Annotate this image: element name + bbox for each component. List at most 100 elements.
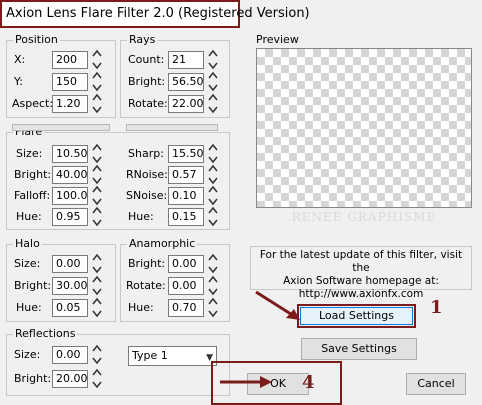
save-settings-button[interactable]: Save Settings [301,338,417,360]
update-info-line1: For the latest update of this filter, vi… [259,249,463,274]
flare-falloff-label: Falloff: [14,189,51,202]
spinner-arrows-icon [208,297,218,318]
flare-bright-spinner[interactable] [92,164,102,186]
flare-hue2-label: Hue: [128,210,154,223]
reflections-size-input[interactable]: 0.00 [52,346,88,364]
position-x-input[interactable]: 200 [52,51,88,69]
flare-bright-input[interactable]: 40.00 [52,166,88,184]
position-aspect-label: Aspect: [12,97,54,110]
halo-bright-spinner[interactable] [92,275,102,297]
spinner-arrows-icon [92,275,102,296]
position-aspect-spinner[interactable] [92,93,102,115]
preview-canvas [256,48,472,208]
rays-count-spinner[interactable] [208,49,218,71]
flare-falloff-input[interactable]: 100.00 [52,187,88,205]
spinner-arrows-icon [92,368,102,389]
flare-hue-input[interactable]: 0.95 [52,208,88,226]
reflections-legend: Reflections [13,327,78,340]
anamorphic-hue-input[interactable]: 0.70 [168,299,204,317]
spinner-arrows-icon [208,275,218,296]
halo-hue-label: Hue: [16,301,42,314]
anamorphic-bright-input[interactable]: 0.00 [168,255,204,273]
position-y-input[interactable]: 150 [52,73,88,91]
spinner-arrows-icon [92,185,102,206]
rays-count-input[interactable]: 21 [168,51,204,69]
flare-hue2-spinner[interactable] [208,206,218,228]
spinner-arrows-icon [208,49,218,70]
flare-rnoise-input[interactable]: 0.57 [168,166,204,184]
flare-hue-label: Hue: [16,210,42,223]
spinner-arrows-icon [92,71,102,92]
reflections-bright-spinner[interactable] [92,368,102,390]
halo-bright-input[interactable]: 30.00 [52,277,88,295]
anamorphic-bright-spinner[interactable] [208,253,218,275]
flare-sharp-spinner[interactable] [208,143,218,165]
anamorphic-legend: Anamorphic [127,237,198,250]
preview-label: Preview [256,33,299,46]
rays-rotate-spinner[interactable] [208,93,218,115]
annotation-arrow-icon [255,290,300,320]
spinner-arrows-icon [92,253,102,274]
flare-falloff-spinner[interactable] [92,185,102,207]
flare-sharp-input[interactable]: 15.50 [168,145,204,163]
halo-bright-label: Bright: [14,279,52,292]
position-x-spinner[interactable] [92,49,102,71]
spinner-arrows-icon [92,164,102,185]
update-info-line2: Axion Software homepage at: [283,275,439,287]
anamorphic-hue-spinner[interactable] [208,297,218,319]
spinner-arrows-icon [92,143,102,164]
spinner-arrows-icon [208,93,218,114]
spinner-arrows-icon [208,253,218,274]
position-y-spinner[interactable] [92,71,102,93]
spinner-arrows-icon [208,206,218,227]
reflections-bright-input[interactable]: 20.00 [52,370,88,388]
step-marker-4: 4 [302,372,315,393]
halo-size-label: Size: [14,257,41,270]
flare-size-spinner[interactable] [92,143,102,165]
flare-hue2-input[interactable]: 0.15 [168,208,204,226]
spinner-arrows-icon [92,49,102,70]
annotation-arrow-icon [220,376,272,388]
flare-slider-left[interactable] [12,124,110,131]
position-x-label: X: [14,53,26,66]
flare-snoise-input[interactable]: 0.10 [168,187,204,205]
cancel-button[interactable]: Cancel [406,373,466,395]
position-aspect-input[interactable]: 1.20 [52,95,88,113]
spinner-arrows-icon [92,344,102,365]
preview-watermark: RENEE GRAPHISME [291,210,437,224]
flare-size-input[interactable]: 10.50 [52,145,88,163]
halo-hue-input[interactable]: 0.05 [52,299,88,317]
rays-bright-spinner[interactable] [208,71,218,93]
reflections-size-spinner[interactable] [92,344,102,366]
rays-rotate-input[interactable]: 22.00 [168,95,204,113]
spinner-arrows-icon [92,297,102,318]
position-y-label: Y: [14,75,23,88]
flare-rnoise-spinner[interactable] [208,164,218,186]
flare-sharp-label: Sharp: [128,147,164,160]
load-settings-button[interactable]: Load Settings [297,304,416,328]
flare-hue-spinner[interactable] [92,206,102,228]
spinner-arrows-icon [92,206,102,227]
anamorphic-hue-label: Hue: [128,301,154,314]
step-marker-1: 1 [430,297,443,318]
flare-snoise-label: SNoise: [126,189,168,202]
rays-bright-input[interactable]: 56.50 [168,73,204,91]
anamorphic-bright-label: Bright: [128,257,166,270]
halo-size-input[interactable]: 0.00 [52,255,88,273]
flare-bright-label: Bright: [14,168,52,181]
spinner-arrows-icon [208,143,218,164]
spinner-arrows-icon [92,93,102,114]
halo-size-spinner[interactable] [92,253,102,275]
reflections-type-select[interactable]: Type 1 ▼ [128,346,217,366]
halo-hue-spinner[interactable] [92,297,102,319]
window-title: Axion Lens Flare Filter 2.0 (Registered … [0,0,310,28]
anamorphic-rotate-input[interactable]: 0.00 [168,277,204,295]
spinner-arrows-icon [208,164,218,185]
flare-snoise-spinner[interactable] [208,185,218,207]
flare-slider-right[interactable] [126,124,218,131]
anamorphic-rotate-label: Rotate: [126,279,166,292]
rays-legend: Rays [127,33,158,46]
anamorphic-rotate-spinner[interactable] [208,275,218,297]
reflections-bright-label: Bright: [14,372,52,385]
spinner-arrows-icon [208,185,218,206]
